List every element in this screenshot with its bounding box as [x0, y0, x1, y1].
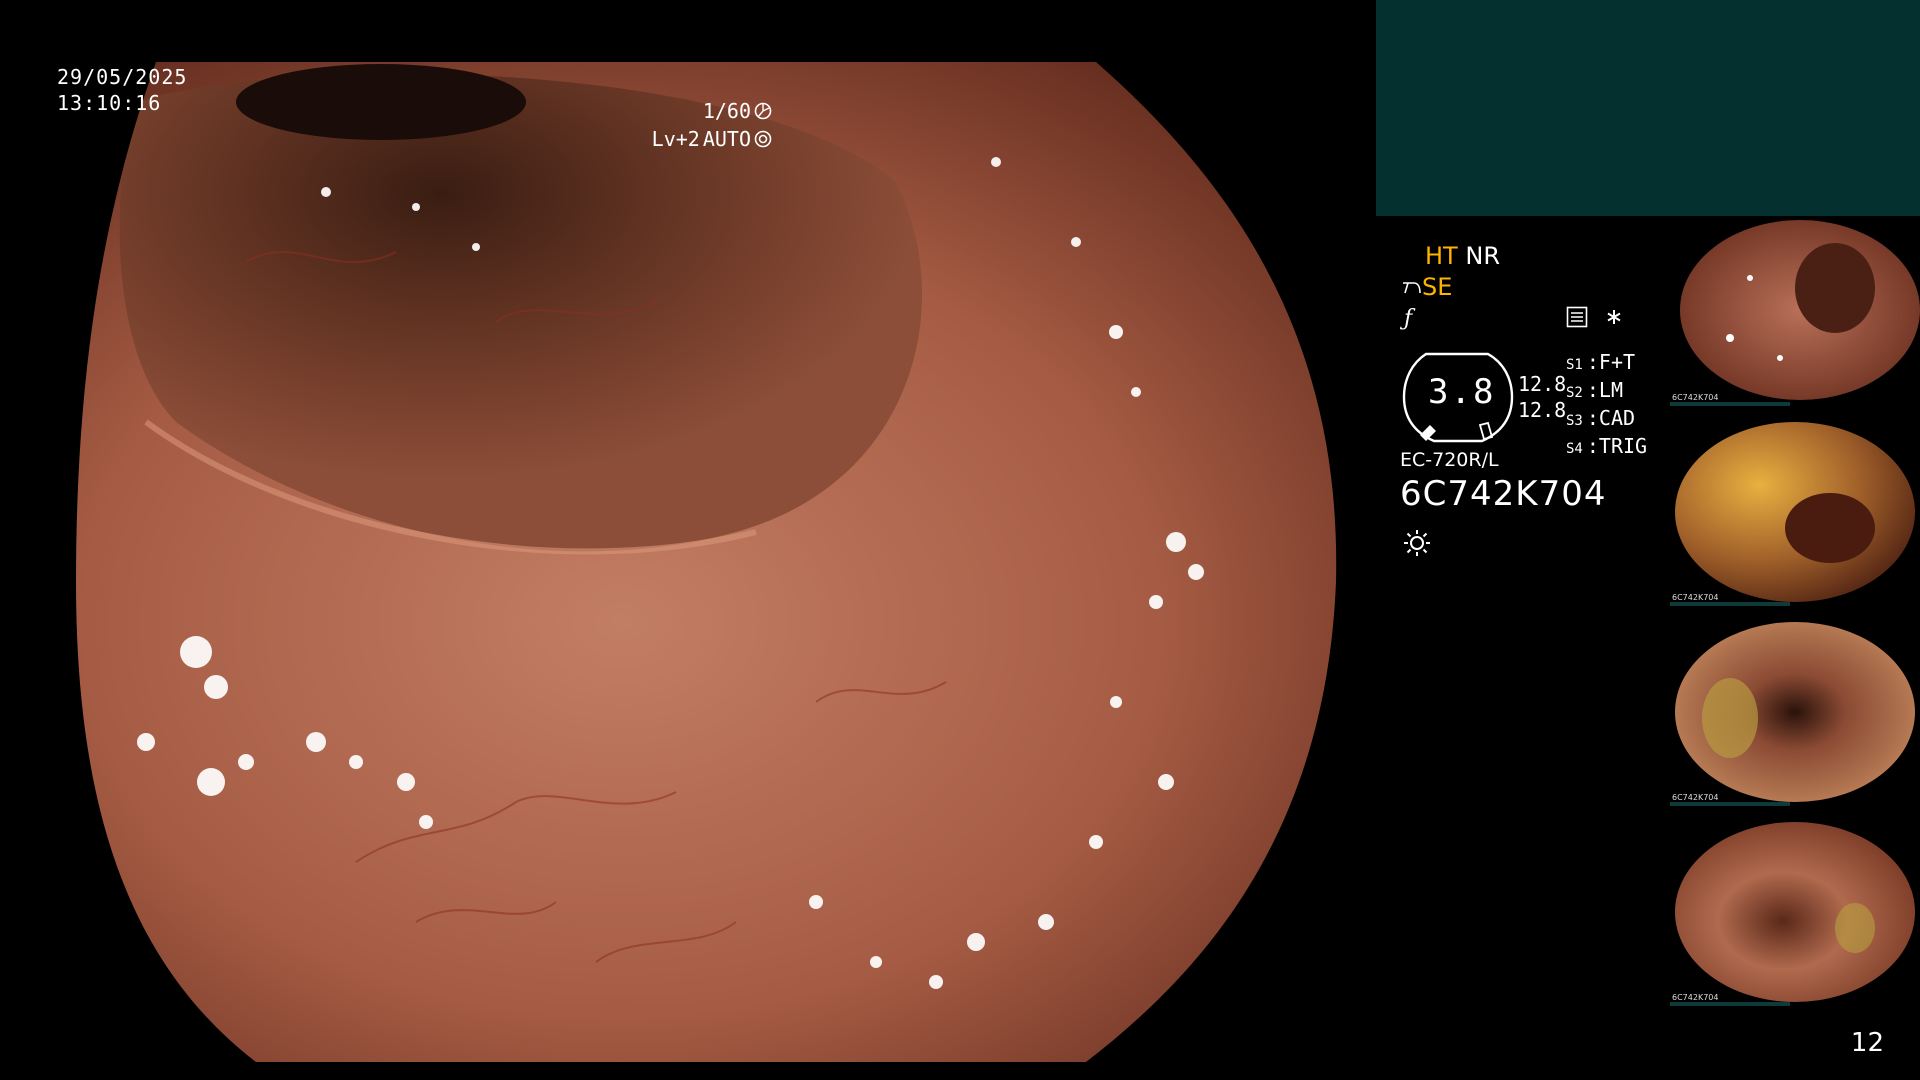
scope-model: EC-720R/L: [1400, 449, 1499, 471]
thumbnail-bar: [1670, 602, 1790, 606]
thumbnail-image: [1675, 822, 1915, 1002]
size-top: 12.8: [1518, 372, 1567, 396]
thumbnail-bar: [1670, 1002, 1790, 1006]
function-icon: ƒ: [1404, 306, 1413, 331]
thumbnail-image: [1675, 422, 1915, 602]
menu-list-icon: [1566, 306, 1588, 328]
thumbnail-tag: 6C742K704: [1672, 593, 1719, 602]
thumbnail-image: [1680, 220, 1920, 400]
size-readout: 12.8 12.8: [1518, 371, 1566, 423]
thumbnail-tag: 6C742K704: [1672, 393, 1719, 402]
mode-item: S2:LM: [1566, 378, 1623, 402]
se-label: SE: [1422, 273, 1453, 301]
thumbnail-bar: [1670, 802, 1790, 806]
size-bottom: 12.8: [1518, 398, 1567, 422]
zoom-value: 3.8: [1428, 372, 1496, 412]
page-number: 12: [1850, 1028, 1884, 1058]
info-panel-header: [1376, 0, 1920, 216]
nr-label: NR: [1465, 242, 1500, 270]
mode-item: S3:CAD: [1566, 406, 1636, 430]
date-time-readout: 29/05/2025 13:10:16: [57, 64, 187, 116]
settings-panel: HT NR SE ƒ 3.8 12.8 12.8 S1:F+T S2:LM S3…: [1400, 236, 1670, 566]
menu-icons: [1566, 306, 1622, 328]
captured-images-strip: 6C742K704 6C742K704 6C742K704 6C742K704: [1670, 218, 1920, 1014]
exposure-readout: 1/60 Lv+2 AUTO: [652, 97, 772, 153]
thumbnail-tag: 6C742K704: [1672, 993, 1719, 1002]
asterisk-icon: [1607, 310, 1621, 324]
thumbnail[interactable]: 6C742K704: [1670, 218, 1920, 406]
level-text: Lv+2: [651, 127, 700, 151]
time-text: 13:10:16: [57, 91, 162, 115]
iris-icon: [754, 130, 772, 148]
mode-list: S1:F+T S2:LM S3:CAD S4:TRIG: [1566, 350, 1647, 462]
endoscope-view: 29/05/2025 13:10:16 1/60 Lv+2 AUTO: [0, 0, 1370, 1080]
thumbnail[interactable]: 6C742K704: [1670, 418, 1920, 606]
light-icon: [1404, 530, 1430, 556]
thumbnail-tag: 6C742K704: [1672, 793, 1719, 802]
se-indicator: SE: [1402, 273, 1452, 301]
iris-text: AUTO: [702, 127, 751, 151]
thumbnail-image: [1675, 622, 1915, 802]
ht-label: HT: [1425, 242, 1458, 270]
shutter-icon: [754, 102, 772, 120]
endoscopy-image: [76, 62, 1337, 1062]
date-text: 29/05/2025: [57, 65, 188, 89]
thumbnail[interactable]: 6C742K704: [1670, 618, 1920, 806]
ht-nr-indicator: HT NR: [1425, 242, 1500, 270]
shutter-speed-text: 1/60: [702, 99, 751, 123]
structure-enhance-icon: [1403, 282, 1421, 294]
scope-serial: 6C742K704: [1400, 474, 1607, 514]
mode-item: S1:F+T: [1566, 350, 1636, 374]
thumbnail[interactable]: 6C742K704: [1670, 818, 1920, 1006]
thumbnail-bar: [1670, 402, 1790, 406]
mode-item: S4:TRIG: [1566, 434, 1648, 458]
